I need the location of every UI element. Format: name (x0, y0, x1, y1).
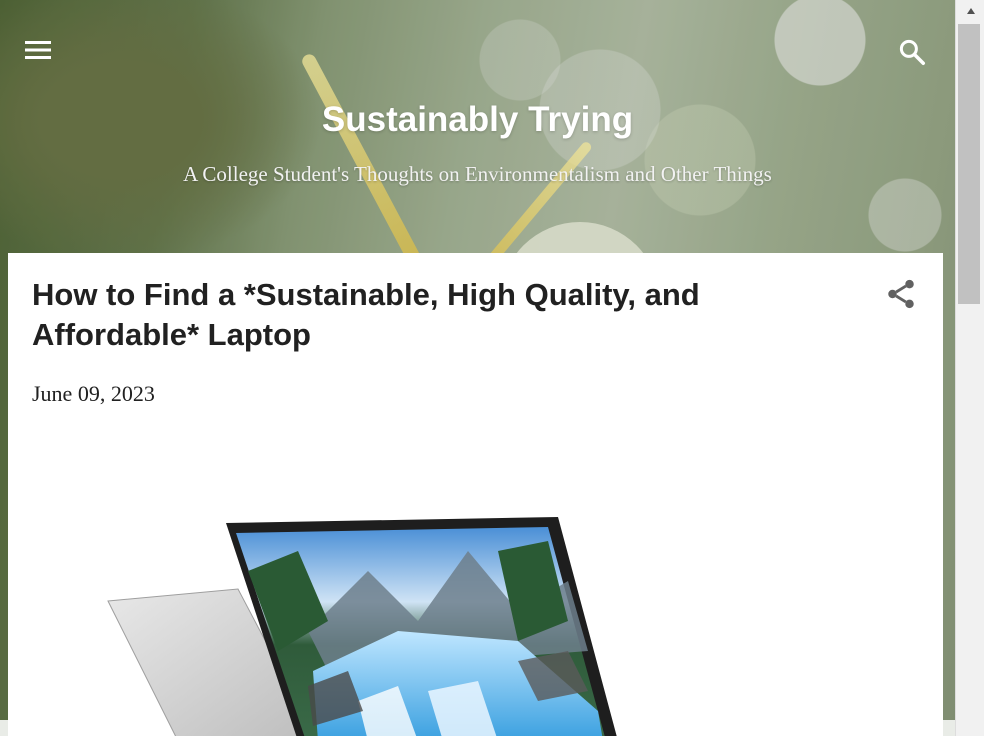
scroll-up-button[interactable] (956, 0, 984, 22)
post-date: June 09, 2023 (32, 381, 155, 406)
share-button[interactable] (884, 277, 918, 311)
post-laptop-image[interactable] (98, 511, 618, 736)
post-title[interactable]: How to Find a *Sustainable, High Quality… (32, 275, 792, 355)
laptop-illustration (107, 517, 617, 736)
hamburger-menu-icon (25, 41, 51, 59)
scrollbar-thumb[interactable] (958, 24, 980, 304)
blog-title-link[interactable]: Sustainably Trying (0, 100, 955, 140)
page-viewport: Sustainably Trying A College Student's T… (0, 0, 955, 736)
scroll-up-arrow-icon (966, 8, 975, 14)
search-icon (899, 39, 925, 65)
blog-description: A College Student's Thoughts on Environm… (183, 162, 772, 186)
share-icon (888, 279, 914, 309)
post-card: How to Find a *Sustainable, High Quality… (8, 253, 943, 736)
search-button[interactable] (892, 32, 932, 72)
vertical-scrollbar[interactable] (955, 0, 984, 736)
menu-button[interactable] (18, 32, 58, 68)
